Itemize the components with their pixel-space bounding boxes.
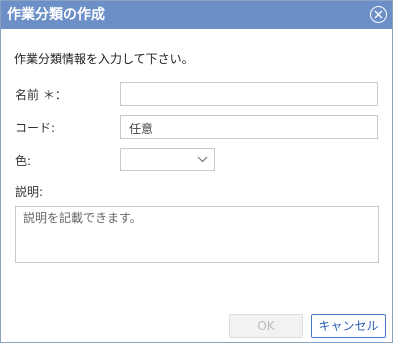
close-button[interactable] (370, 6, 387, 23)
instruction-text: 作業分類情報を入力して下さい。 (14, 52, 194, 66)
create-work-category-dialog: 作業分類の作成 作業分類情報を入力して下さい。 名前 ＊： コード: 任意 色:… (0, 0, 393, 343)
dialog-title: 作業分類の作成 (7, 7, 105, 23)
cancel-button[interactable]: キャンセル (311, 314, 386, 338)
description-label: 説明: (15, 185, 44, 199)
color-label: 色: (15, 154, 32, 168)
description-textarea[interactable]: 説明を記載できます。 (15, 206, 379, 263)
dialog-titlebar[interactable]: 作業分類の作成 (1, 1, 392, 29)
code-input[interactable]: 任意 (120, 115, 378, 139)
close-icon (374, 10, 383, 19)
ok-button[interactable]: OK (229, 314, 303, 338)
color-select[interactable] (120, 148, 215, 171)
name-label: 名前 ＊： (15, 88, 67, 102)
name-input[interactable] (120, 82, 378, 106)
code-label: コード: (15, 121, 56, 135)
chevron-down-icon (197, 156, 208, 163)
